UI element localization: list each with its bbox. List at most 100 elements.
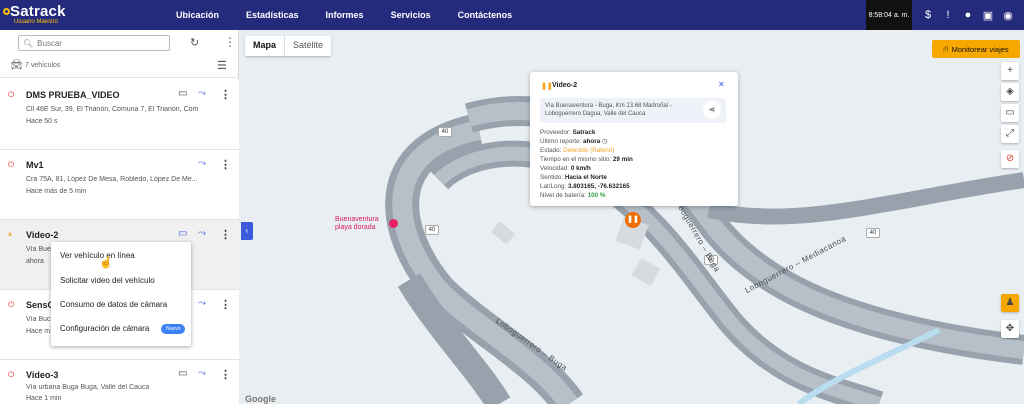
vehicle-pin-icon[interactable]: ❚❚ [625,212,641,228]
vehicle-last-report: Hace m [26,328,51,335]
vehicle-info-popup: ❚❚ Video-2 ✕ Vía Buenaventura - Buga, Km… [530,72,738,206]
layers-icon[interactable]: ◈ [1001,83,1019,101]
video-camera-icon[interactable]: ▭ [178,228,187,239]
tab-mapa[interactable]: Mapa [245,36,286,56]
dollar-icon[interactable]: $ [918,9,938,21]
vehicle-more-icon[interactable]: ⋮ [220,88,231,101]
popup-latlong: Lat/Long: 3.803165, -76.632165 [540,183,630,190]
popup-provider: Proveedor: Satrack [540,129,596,136]
search-row: 🔍︎ ↻ ⋮ [0,30,239,54]
popup-last-report: Último reporte: ahora ◷ [540,138,608,145]
tab-satelite[interactable]: Satélite [285,36,331,56]
popup-direction: Sentido: Hacia el Norte [540,174,607,181]
menu-solicitar-video[interactable]: Solicitar video del vehículo [60,276,155,285]
gallery-icon[interactable]: ▣ [978,9,998,22]
close-icon[interactable]: ✕ [718,80,725,89]
logo-mark-icon [3,8,10,15]
vehicle-name: Mv1 [26,160,44,170]
map-view[interactable]: Mapa Satélite ‹ ⛙ Monitorear viajes + ◈ … [239,30,1024,404]
popup-address-box: Vía Buenaventura - Buga, Km 13.68 Madroñ… [540,98,726,123]
vehicle-name: Video-2 [26,230,59,240]
street-view-icon[interactable]: ♟ [1001,294,1019,312]
vehicle-context-menu: Ver vehículo en línea Solicitar video de… [51,242,191,346]
share-icon[interactable]: ⋖ [703,101,721,119]
nav-servicios[interactable]: Servicios [391,10,431,20]
route-icon[interactable]: ⤳ [198,368,206,379]
clock: 8:58:04 a. m. [866,0,912,30]
ruler-icon[interactable]: ▭ [1001,104,1019,122]
route-shield: 40 [438,127,452,137]
route-icon[interactable]: ⤳ [198,158,206,169]
route-shield: 40 [866,228,880,238]
menu-ver-en-linea[interactable]: Ver vehículo en línea [60,251,135,260]
nav-contactenos[interactable]: Contáctenos [458,10,513,20]
filter-icon[interactable]: ☰ [217,59,227,72]
popup-status: Estado: Detenido (Ralentí) [540,147,615,154]
bell-icon[interactable]: ● [958,9,978,21]
vehicle-count: 7 vehículos [25,62,61,69]
brand-logo[interactable]: Satrack Usuario Maestro [0,0,120,30]
vehicle-item[interactable]: ⏻ Video-3 ▭ ⤳ ⋮ Vía urbana Buga Buga, Va… [0,360,239,404]
vehicle-more-icon[interactable]: ⋮ [220,158,231,171]
vehicle-count-row: 🚘︎ 7 vehículos ☰ [0,56,239,78]
vehicle-address: Cll 46E Sur, 39, El Trianón, Comuna 7, E… [26,106,198,113]
route-icon[interactable]: ⤳ [198,88,206,99]
user-icon[interactable]: ◉ [998,9,1018,22]
nav-estadisticas[interactable]: Estadísticas [246,10,299,20]
monitor-trips-label: Monitorear viajes [951,44,1009,54]
car-icon: 🚘︎ [10,60,23,71]
vehicle-sidebar: 🔍︎ ↻ ⋮ 🚘︎ 7 vehículos ☰ ⏻ DMS PRUEBA_VID… [0,30,239,404]
alert-icon[interactable]: ! [938,9,958,21]
pause-status-icon: ⏸ [8,230,12,239]
brand-subtitle: Usuario Maestro [14,19,59,25]
nav-ubicacion[interactable]: Ubicación [176,10,219,20]
route-icon[interactable]: ⤳ [198,298,206,309]
vehicle-item[interactable]: ⏻ DMS PRUEBA_VIDEO ▭ ⤳ ⋮ Cll 46E Sur, 39… [0,80,239,150]
monitor-trips-button[interactable]: ⛙ Monitorear viajes [932,40,1020,58]
restaurant-icon[interactable] [389,219,398,228]
poi-label[interactable]: Buenaventura playa dorada [335,216,391,232]
search-box[interactable]: 🔍︎ [18,35,170,51]
refresh-icon[interactable]: ↻ [190,36,199,49]
zoom-in-button[interactable]: + [1001,62,1019,80]
vehicle-last-report: Hace 1 min [26,395,62,402]
video-camera-icon[interactable]: ▭ [178,88,187,99]
popup-battery: Nivel de batería: 100 % [540,192,606,199]
power-status-icon: ⏻ [8,90,15,99]
vehicle-last-report: ahora [26,258,44,265]
brand-name: Satrack [10,3,66,20]
clock-icon: ◷ [601,138,608,145]
route-icon[interactable]: ⤳ [198,228,206,239]
vehicle-more-icon[interactable]: ⋮ [220,298,231,311]
search-input[interactable] [37,38,168,48]
top-icons: $ ! ● ▣ ◉ [918,0,1018,30]
google-logo: Google [245,394,276,404]
search-icon: 🔍︎ [23,38,34,48]
map-type-tabs: Mapa Satélite [245,36,332,56]
vehicle-more-icon[interactable]: ⋮ [220,368,231,381]
vehicle-more-icon[interactable]: ⋮ [220,228,231,241]
popup-address: Vía Buenaventura - Buga, Km 13.68 Madroñ… [545,103,672,117]
menu-configuracion-camara[interactable]: Configuración de cámara [60,324,149,333]
vehicle-item[interactable]: ⏻ Mv1 ⤳ ⋮ Cra 75A, 81, López De Mesa, Ro… [0,150,239,220]
new-badge: Nuevo [161,324,186,334]
vehicle-name: Video-3 [26,370,59,380]
no-route-icon[interactable]: ⊘ [1001,150,1019,168]
vehicle-last-report: Hace 50 s [26,118,58,125]
power-status-icon: ⏻ [8,160,15,169]
pause-status-icon: ❚❚ [541,83,553,90]
collapse-sidebar-button[interactable]: ‹ [241,222,253,240]
menu-consumo-datos[interactable]: Consumo de datos de cámara [60,300,167,309]
more-options-icon[interactable]: ⋮ [224,35,236,49]
power-status-icon: ⏻ [8,300,15,309]
fullscreen-icon[interactable]: ⤢ [1001,125,1019,143]
popup-time-same-place: Tiempo en el mismo sitio: 29 min [540,156,633,163]
video-camera-icon[interactable]: ▭ [178,368,187,379]
nav-informes[interactable]: Informes [326,10,364,20]
popup-title: Video-2 [552,82,578,89]
center-location-icon[interactable]: ✥ [1001,320,1019,338]
popup-speed: Velocidad: 0 km/h [540,165,591,172]
vehicle-address: Cra 75A, 81, López De Mesa, Robledo, Lóp… [26,176,198,183]
vehicle-name: DMS PRUEBA_VIDEO [26,90,120,100]
route-icon: ⛙ [943,44,949,53]
